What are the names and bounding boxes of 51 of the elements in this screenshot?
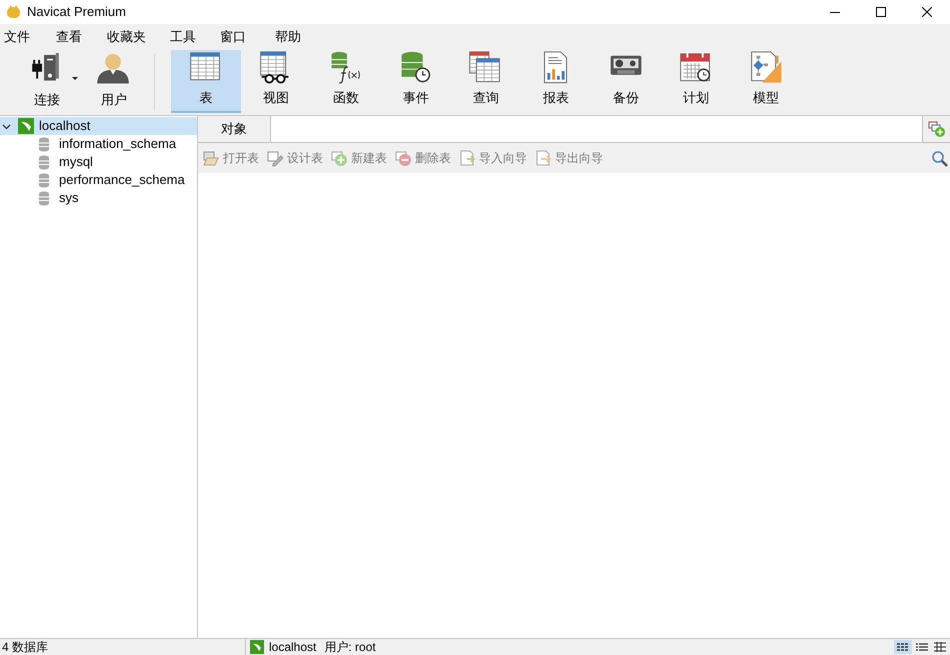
menu-item[interactable]: 收藏夹: [103, 27, 166, 47]
connection-icon: [250, 640, 264, 654]
database-icon: [38, 136, 50, 152]
grid-view-icon: [897, 643, 909, 651]
status-user: 用户: root: [324, 639, 376, 655]
tree-item[interactable]: sys: [0, 189, 197, 207]
diagram-ruler-icon: [748, 50, 784, 84]
app-logo-icon: [6, 5, 21, 19]
toolbar-object-button[interactable]: 模型: [731, 50, 801, 113]
status-database-count: 4 数据库: [0, 639, 246, 655]
list-view-icon: [916, 643, 928, 651]
status-connection: localhost: [269, 639, 316, 655]
toolbar-object-button[interactable]: 函数: [311, 50, 381, 113]
maximize-icon: [876, 7, 886, 17]
toolbar-object-button[interactable]: 视图: [241, 50, 311, 113]
user-button[interactable]: 用户: [82, 50, 146, 113]
search-icon: [930, 150, 948, 166]
table-add-icon: [331, 150, 348, 166]
close-icon: [922, 7, 932, 17]
detail-view-button[interactable]: [932, 640, 948, 654]
import-icon: [459, 150, 476, 166]
menu-item[interactable]: 文件: [0, 27, 52, 47]
toolbar-object-button[interactable]: 报表: [521, 50, 591, 113]
export-icon: [535, 150, 552, 166]
table-pencil-icon: [267, 150, 284, 166]
tree-item[interactable]: localhost: [0, 117, 197, 135]
caret-icon: [72, 77, 78, 80]
chevron-down-icon: [2, 122, 11, 130]
search-button[interactable]: [930, 149, 948, 167]
table-remove-icon: [395, 150, 412, 166]
toolbar-object-button[interactable]: 表: [171, 50, 241, 113]
menu-item[interactable]: 窗口: [216, 27, 271, 47]
window-title: Navicat Premium: [27, 3, 126, 22]
table-view-icon: [934, 642, 946, 652]
menu-item[interactable]: 工具: [166, 27, 216, 47]
database-icon: [38, 154, 50, 170]
connect-button[interactable]: 连接: [12, 50, 82, 113]
toolbar-object-button[interactable]: 备份: [591, 50, 661, 113]
toolbar-object-button[interactable]: 事件: [381, 50, 451, 113]
database-icon: [38, 190, 50, 206]
tree-item[interactable]: performance_schema: [0, 171, 197, 189]
tree-item[interactable]: mysql: [0, 153, 197, 171]
database-icon: [38, 172, 50, 188]
toolbar-object-button[interactable]: 计划: [661, 50, 731, 113]
grid-view-button[interactable]: [894, 640, 912, 654]
menu-item[interactable]: 查看: [52, 27, 103, 47]
menu-item[interactable]: 帮助: [271, 27, 311, 47]
folder-table-icon: [203, 150, 220, 166]
table-add-icon: [928, 120, 946, 138]
toolbar-object-button[interactable]: 查询: [451, 50, 521, 113]
tree-item[interactable]: information_schema: [0, 135, 197, 153]
